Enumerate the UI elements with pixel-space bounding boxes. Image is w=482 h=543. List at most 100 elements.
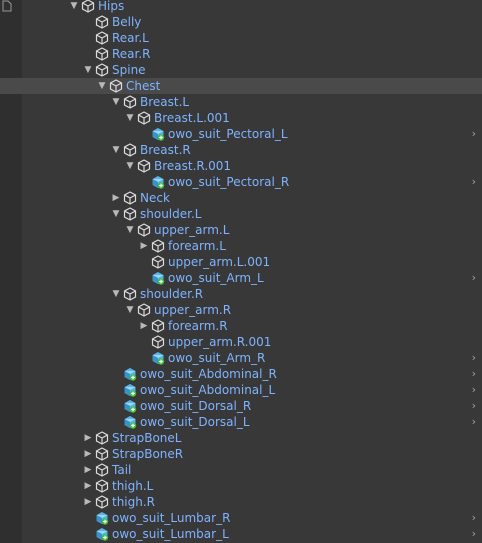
gameobject-icon: [151, 319, 165, 333]
tree-row[interactable]: ▶ thigh.R: [0, 494, 482, 510]
tree-row-label: Tail: [112, 463, 132, 477]
tree-row-label: upper_arm.L: [154, 223, 230, 237]
gameobject-icon: [95, 495, 109, 509]
prefab-icon: [123, 415, 137, 429]
collapse-arrow-icon[interactable]: ▶: [82, 430, 94, 446]
open-prefab-chevron-icon[interactable]: ›: [472, 126, 476, 142]
open-prefab-chevron-icon[interactable]: ›: [472, 398, 476, 414]
collapse-arrow-icon[interactable]: ▶: [82, 478, 94, 494]
collapse-arrow-icon[interactable]: ▶: [82, 462, 94, 478]
tree-row[interactable]: owo_suit_Lumbar_L ›: [0, 526, 482, 542]
expand-arrow-icon[interactable]: ▼: [110, 206, 122, 222]
open-prefab-chevron-icon[interactable]: ›: [472, 366, 476, 382]
tree-row[interactable]: ▼ shoulder.R: [0, 286, 482, 302]
tree-row-label: shoulder.R: [140, 287, 204, 301]
gameobject-icon: [109, 79, 123, 93]
collapse-arrow-icon[interactable]: ▶: [138, 238, 150, 254]
prefab-icon: [95, 527, 109, 541]
tree-row-label: Breast.R.001: [154, 159, 232, 173]
open-prefab-chevron-icon[interactable]: ›: [472, 382, 476, 398]
tree-row[interactable]: owo_suit_Abdominal_L ›: [0, 382, 482, 398]
gameobject-icon: [137, 159, 151, 173]
gameobject-icon: [95, 15, 109, 29]
expand-arrow-icon[interactable]: ▼: [68, 0, 80, 14]
gameobject-icon: [137, 111, 151, 125]
expand-arrow-icon[interactable]: ▼: [124, 158, 136, 174]
tree-row[interactable]: owo_suit_Dorsal_L ›: [0, 414, 482, 430]
tree-row[interactable]: ▶ thigh.L: [0, 478, 482, 494]
tree-row[interactable]: ▶ StrapBoneL: [0, 430, 482, 446]
expand-arrow-icon[interactable]: ▼: [110, 142, 122, 158]
tree-row[interactable]: ▶ Neck: [0, 190, 482, 206]
expand-arrow-icon[interactable]: ▼: [82, 62, 94, 78]
tree-row[interactable]: ▶ forearm.L: [0, 238, 482, 254]
tree-row[interactable]: owo_suit_Abdominal_R ›: [0, 366, 482, 382]
open-prefab-chevron-icon[interactable]: ›: [472, 510, 476, 526]
expand-arrow-icon[interactable]: ▼: [124, 302, 136, 318]
gameobject-icon: [95, 47, 109, 61]
gameobject-icon: [123, 95, 137, 109]
tree-row[interactable]: owo_suit_Arm_L ›: [0, 270, 482, 286]
tree-row-label: Chest: [126, 79, 161, 93]
prefab-icon: [151, 175, 165, 189]
tree-row[interactable]: Belly: [0, 14, 482, 30]
tree-row-label: upper_arm.R: [154, 303, 232, 317]
tree-row-label: owo_suit_Abdominal_L: [140, 383, 276, 397]
prefab-icon: [151, 271, 165, 285]
tree-row[interactable]: ▼ upper_arm.L: [0, 222, 482, 238]
tree-row-label: Spine: [112, 63, 146, 77]
tree-row[interactable]: ▼ upper_arm.R: [0, 302, 482, 318]
tree-row[interactable]: upper_arm.R.001: [0, 334, 482, 350]
gameobject-icon: [95, 31, 109, 45]
tree-row-label: Hips: [98, 0, 125, 13]
collapse-arrow-icon[interactable]: ▶: [138, 318, 150, 334]
tree-row-label: owo_suit_Abdominal_R: [140, 367, 277, 381]
tree-row[interactable]: owo_suit_Pectoral_R ›: [0, 174, 482, 190]
prefab-icon: [95, 511, 109, 525]
tree-row[interactable]: Rear.R: [0, 46, 482, 62]
tree-row-label: owo_suit_Arm_R: [168, 351, 266, 365]
collapse-arrow-icon[interactable]: ▶: [82, 446, 94, 462]
expand-arrow-icon[interactable]: ▼: [96, 78, 108, 94]
expand-arrow-icon[interactable]: ▼: [110, 286, 122, 302]
tree-row[interactable]: ▶ StrapBoneR: [0, 446, 482, 462]
tree-row-label: StrapBoneL: [112, 431, 182, 445]
tree-row-label: owo_suit_Lumbar_R: [112, 511, 231, 525]
tree-row-label: Rear.L: [112, 31, 149, 45]
prefab-icon: [123, 399, 137, 413]
tree-row[interactable]: ▼ Breast.L: [0, 94, 482, 110]
open-prefab-chevron-icon[interactable]: ›: [472, 350, 476, 366]
open-prefab-chevron-icon[interactable]: ›: [472, 270, 476, 286]
expand-arrow-icon[interactable]: ▼: [124, 110, 136, 126]
tree-row-label: thigh.R: [112, 495, 156, 509]
tree-row[interactable]: ▼ Hips: [0, 0, 482, 14]
expand-arrow-icon[interactable]: ▼: [110, 94, 122, 110]
tree-row[interactable]: ▼ shoulder.L: [0, 206, 482, 222]
tree-row[interactable]: owo_suit_Lumbar_R ›: [0, 510, 482, 526]
tree-row[interactable]: owo_suit_Arm_R ›: [0, 350, 482, 366]
collapse-arrow-icon[interactable]: ▶: [82, 494, 94, 510]
gameobject-icon: [95, 63, 109, 77]
gameobject-icon: [123, 287, 137, 301]
tree-row[interactable]: ▼ Breast.L.001: [0, 110, 482, 126]
gameobject-icon: [123, 207, 137, 221]
expand-arrow-icon[interactable]: ▼: [124, 222, 136, 238]
tree-row[interactable]: upper_arm.L.001: [0, 254, 482, 270]
gameobject-icon: [95, 463, 109, 477]
tree-row[interactable]: Rear.L: [0, 30, 482, 46]
tree-row[interactable]: ▼ Chest: [0, 78, 482, 94]
prefab-icon: [151, 127, 165, 141]
tree-row[interactable]: ▼ Spine: [0, 62, 482, 78]
open-prefab-chevron-icon[interactable]: ›: [472, 414, 476, 430]
tree-row[interactable]: ▼ Breast.R: [0, 142, 482, 158]
prefab-icon: [151, 351, 165, 365]
tree-row[interactable]: owo_suit_Pectoral_L ›: [0, 126, 482, 142]
collapse-arrow-icon[interactable]: ▶: [110, 190, 122, 206]
tree-row[interactable]: ▶ forearm.R: [0, 318, 482, 334]
tree-row[interactable]: ▼ Breast.R.001: [0, 158, 482, 174]
open-prefab-chevron-icon[interactable]: ›: [472, 526, 476, 542]
open-prefab-chevron-icon[interactable]: ›: [472, 174, 476, 190]
tree-row[interactable]: ▶ Tail: [0, 462, 482, 478]
tree-row-label: forearm.R: [168, 319, 228, 333]
tree-row[interactable]: owo_suit_Dorsal_R ›: [0, 398, 482, 414]
